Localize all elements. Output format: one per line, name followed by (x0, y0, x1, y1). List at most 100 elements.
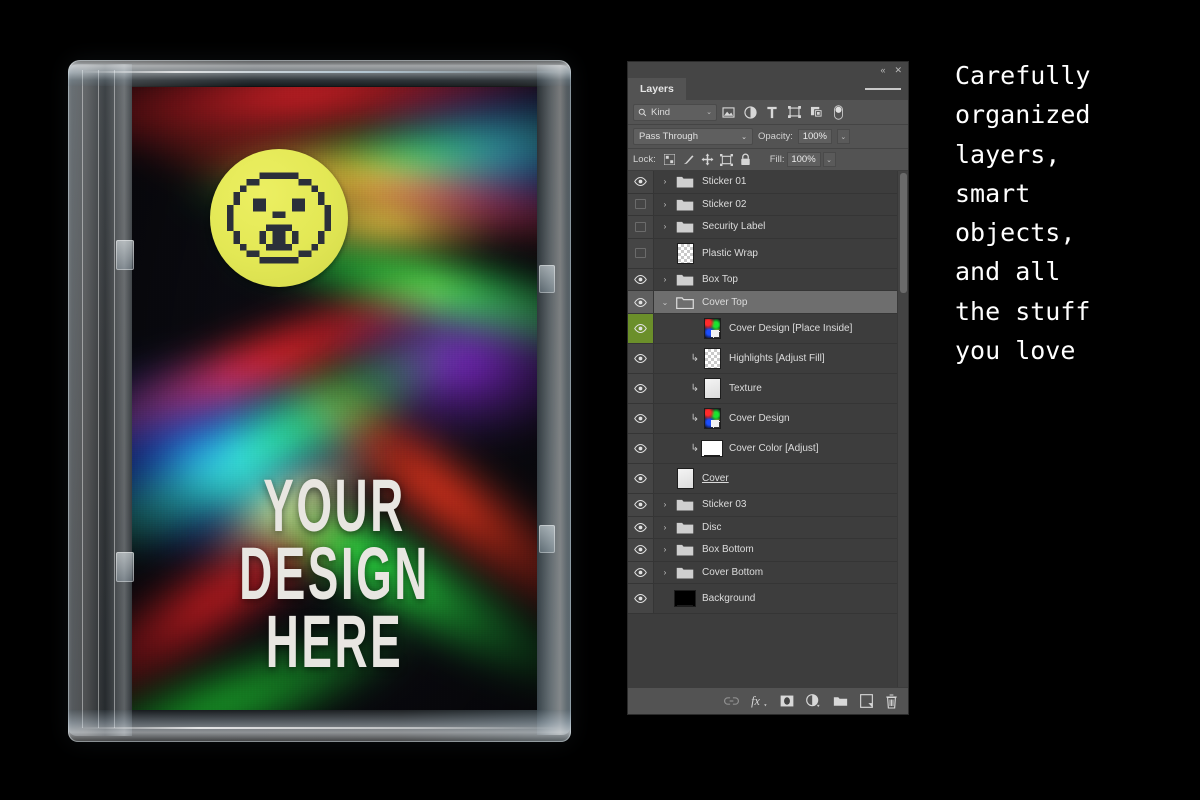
filter-kind-select[interactable]: Kind ⌄ (633, 104, 717, 121)
layer-thumbnail[interactable] (701, 347, 723, 369)
layer-visibility-eye-icon[interactable] (628, 434, 654, 463)
layer-thumbnail[interactable] (701, 437, 723, 459)
layer-row[interactable]: ›Sticker 01 (628, 171, 897, 194)
blend-mode-select[interactable]: Pass Through ⌄ (633, 128, 753, 145)
lock-transparent-pixels-icon[interactable] (661, 152, 678, 168)
layer-thumbnail[interactable] (674, 193, 696, 215)
layer-list-scrollbar[interactable] (897, 171, 908, 687)
layer-row[interactable]: ›Sticker 03 (628, 494, 897, 517)
new-group-icon[interactable] (833, 692, 848, 710)
layer-row[interactable]: Plastic Wrap (628, 239, 897, 269)
link-layers-icon[interactable] (724, 692, 739, 710)
scrollbar-thumb[interactable] (900, 173, 907, 293)
layer-thumbnail[interactable] (701, 407, 723, 429)
layer-row[interactable]: › Security Label (628, 216, 897, 239)
layer-row[interactable]: ›Sticker 02 (628, 194, 897, 217)
disclosure-closed-icon[interactable]: › (658, 523, 672, 532)
layer-row[interactable]: ›Cover Bottom (628, 562, 897, 585)
panel-menu-icon[interactable] (865, 78, 908, 100)
layer-row[interactable]: ›Disc (628, 517, 897, 540)
disclosure-closed-icon[interactable]: › (658, 545, 672, 554)
disclosure-closed-icon[interactable]: › (658, 275, 672, 284)
new-layer-icon[interactable] (860, 692, 873, 710)
layer-visibility-eye-icon[interactable] (628, 291, 654, 313)
layer-visibility-eye-icon[interactable] (628, 517, 654, 539)
layer-thumbnail[interactable] (674, 516, 696, 538)
delete-layer-icon[interactable] (885, 692, 898, 710)
layer-row[interactable]: ›Box Top (628, 269, 897, 292)
layer-thumbnail[interactable] (674, 467, 696, 489)
layer-visibility-eye-icon[interactable] (628, 404, 654, 433)
layer-row[interactable]: ›Box Bottom (628, 539, 897, 562)
layer-visibility-eye-icon[interactable] (628, 344, 654, 373)
layer-visibility-eye-icon[interactable] (628, 171, 654, 193)
layer-thumbnail[interactable] (701, 317, 723, 339)
layer-visibility-off-icon[interactable] (628, 194, 654, 216)
blurb-line-3: smart (955, 174, 1185, 213)
layer-thumbnail[interactable] (674, 494, 696, 516)
layer-thumbnail[interactable] (674, 269, 696, 291)
add-mask-icon[interactable] (780, 692, 794, 710)
disclosure-open-icon[interactable]: ⌄ (658, 298, 672, 307)
layer-row[interactable]: ↳Cover Design (628, 404, 897, 434)
layer-visibility-eye-icon[interactable] (628, 562, 654, 584)
layer-visibility-eye-icon[interactable] (628, 374, 654, 403)
collapse-icon[interactable]: « (880, 66, 885, 75)
type-filter-icon[interactable] (761, 103, 783, 121)
shape-filter-icon[interactable] (783, 103, 805, 121)
layer-row[interactable]: Cover (628, 464, 897, 494)
layer-thumbnail[interactable] (674, 588, 696, 610)
adjustment-filter-icon[interactable] (739, 103, 761, 121)
layer-thumbnail[interactable] (701, 377, 723, 399)
layer-visibility-off-icon[interactable] (628, 239, 654, 268)
cover-text-line-1: YOUR (209, 472, 460, 540)
right-clip-bottom (539, 525, 555, 553)
layer-row[interactable]: ↳Texture (628, 374, 897, 404)
layer-visibility-eye-icon[interactable] (628, 539, 654, 561)
fill-input[interactable]: 100% (787, 152, 821, 167)
layer-thumbnail[interactable] (674, 291, 696, 313)
opacity-input[interactable]: 100% (798, 129, 832, 144)
layer-visibility-eye-icon[interactable] (628, 494, 654, 516)
filter-toggle-icon[interactable] (827, 103, 849, 121)
layer-style-fx-icon[interactable]: fx (751, 692, 768, 710)
smart-object-filter-icon[interactable] (805, 103, 827, 121)
layer-row[interactable]: Cover Design [Place Inside] (628, 314, 897, 344)
adjustment-layer-icon[interactable] (806, 692, 821, 710)
layer-thumbnail[interactable] (674, 216, 696, 238)
layer-name: Security Label (702, 221, 765, 232)
layer-visibility-eye-icon[interactable] (628, 269, 654, 291)
opacity-chevron-icon[interactable]: ⌄ (837, 129, 850, 144)
lock-all-icon[interactable] (737, 152, 754, 168)
fill-chevron-icon[interactable]: ⌄ (823, 152, 836, 167)
disclosure-closed-icon[interactable]: › (658, 500, 672, 509)
layer-visibility-off-icon[interactable] (628, 216, 654, 238)
layer-thumbnail[interactable] (674, 539, 696, 561)
layer-visibility-eye-icon[interactable] (628, 584, 654, 613)
layer-thumbnail[interactable] (674, 171, 696, 193)
layer-row[interactable]: ↳Highlights [Adjust Fill] (628, 344, 897, 374)
fill-label: Fill: (770, 154, 785, 165)
lock-artboard-icon[interactable] (718, 152, 735, 168)
layer-thumbnail[interactable] (674, 562, 696, 584)
layer-name: Cover Color [Adjust] (729, 443, 818, 454)
disclosure-closed-icon[interactable]: › (658, 177, 672, 186)
right-clip-top (539, 265, 555, 293)
close-icon[interactable]: ✕ (894, 66, 902, 75)
layer-name: Cover Design [Place Inside] (729, 323, 852, 334)
blurb-line-6: the stuff (955, 292, 1185, 331)
disclosure-closed-icon[interactable]: › (658, 200, 672, 209)
tab-layers-label: Layers (640, 83, 674, 95)
layer-thumbnail[interactable] (674, 242, 696, 264)
tab-layers[interactable]: Layers (628, 78, 686, 100)
disclosure-closed-icon[interactable]: › (658, 222, 672, 231)
layer-visibility-eye-icon[interactable] (628, 464, 654, 493)
layer-row[interactable]: Background (628, 584, 897, 614)
lock-image-pixels-icon[interactable] (680, 152, 697, 168)
lock-position-icon[interactable] (699, 152, 716, 168)
image-filter-icon[interactable] (717, 103, 739, 121)
layer-row[interactable]: ↳Cover Color [Adjust] (628, 434, 897, 464)
layer-visibility-eye-icon[interactable] (628, 314, 654, 343)
layer-row[interactable]: ⌄Cover Top (628, 291, 897, 314)
disclosure-closed-icon[interactable]: › (658, 568, 672, 577)
